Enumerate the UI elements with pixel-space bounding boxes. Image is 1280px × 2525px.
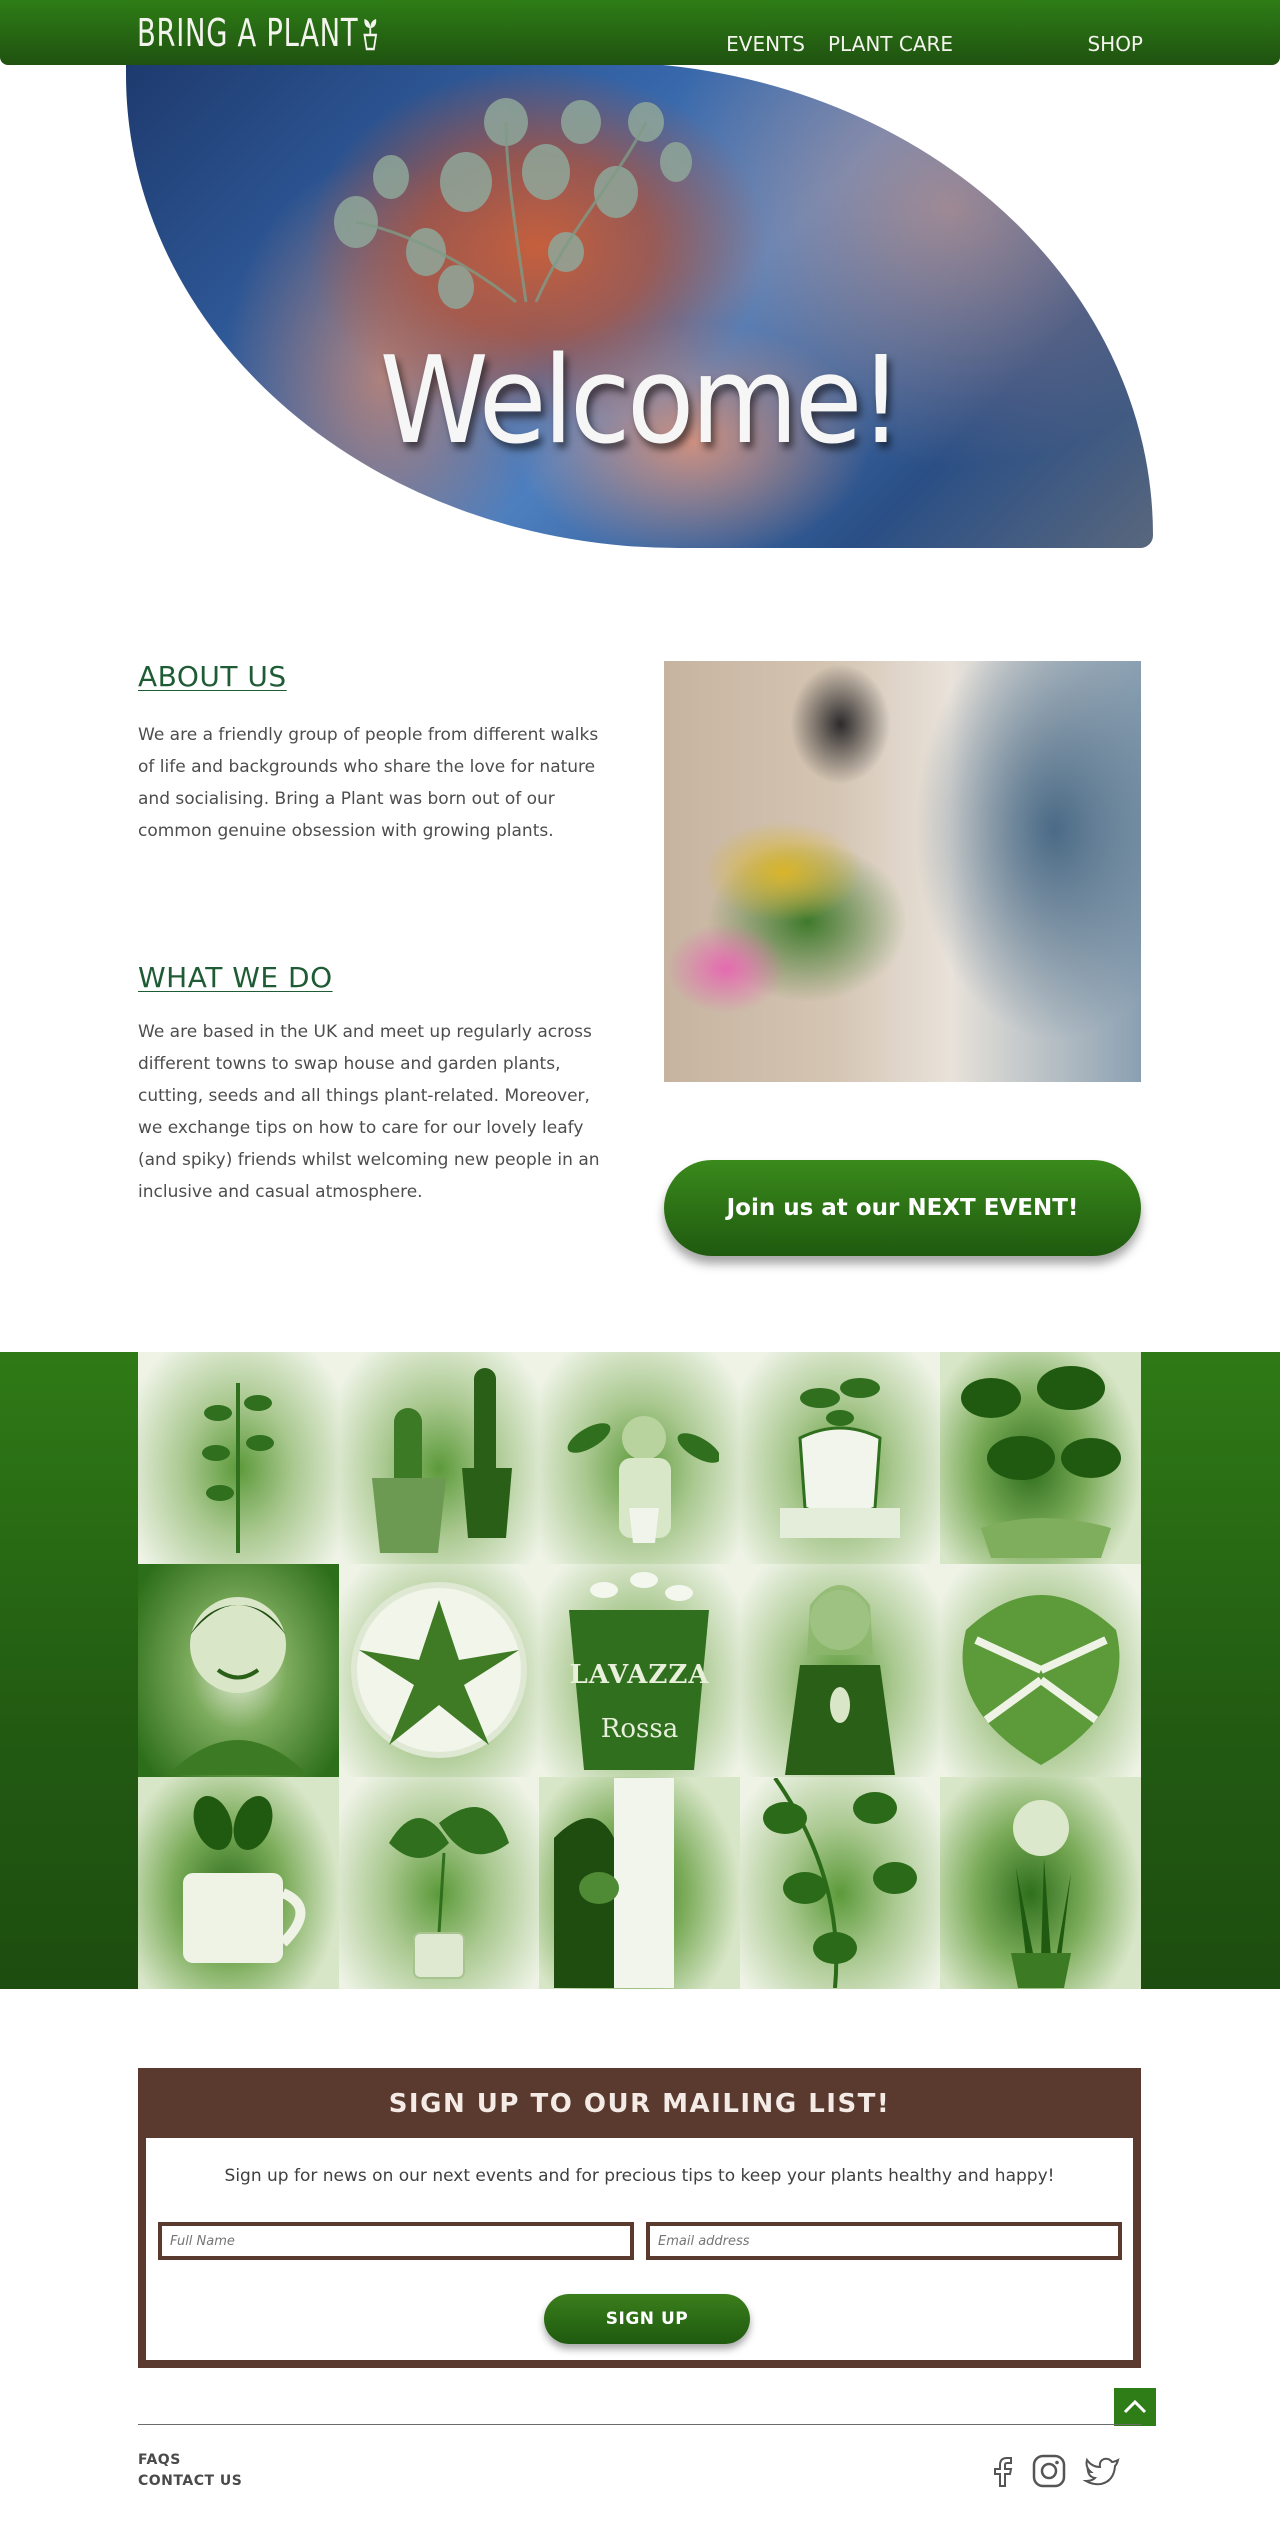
gallery-photo-lavazza-pot: LAVAZZA Rossa: [539, 1564, 740, 1777]
monstera-leaf-icon: [962, 1595, 1120, 1766]
gallery-photo-stormtrooper-pot: [739, 1352, 941, 1565]
gallery-photo-mug-plant: [138, 1776, 339, 1989]
gallery-photo-monstera: [940, 1564, 1141, 1777]
hands-plant-icon: [554, 1777, 675, 1988]
lavazza-label-text: LAVAZZA: [569, 1660, 710, 1691]
rossa-label-text: Rossa: [600, 1714, 679, 1745]
leaves-icon: [960, 1366, 1121, 1559]
gallery-photo-snake-plant: [940, 1776, 1141, 1989]
back-to-top-button[interactable]: [1114, 2388, 1156, 2426]
full-name-input[interactable]: [158, 2222, 634, 2260]
leaf-in-vase-icon: [388, 1806, 509, 1979]
gardening-group-photo: [664, 661, 1141, 1082]
nav-link-events[interactable]: EVENTS: [726, 0, 805, 88]
hero-title: Welcome!: [379, 332, 903, 471]
site-logo[interactable]: BRING A PLANT: [137, 8, 380, 58]
logo-text: BRING A PLANT: [137, 11, 359, 55]
mailing-list-form: SIGN UP TO OUR MAILING LIST! Sign up for…: [138, 2068, 1141, 2368]
plant-pot-icon: [780, 1378, 901, 1539]
sign-up-button[interactable]: SIGN UP: [544, 2294, 750, 2344]
person-portrait-icon: [168, 1597, 309, 1776]
main-menu: EVENTS PLANT CARE SHOP: [543, 0, 1143, 88]
chevron-up-icon: [1123, 2399, 1147, 2414]
child-with-plant-icon: [568, 1416, 720, 1544]
hero-banner: Welcome!: [126, 62, 1153, 548]
facebook-icon[interactable]: [985, 2452, 1023, 2490]
pothos-icon: [763, 1777, 918, 1988]
mailing-list-body: Sign up for news on our next events and …: [146, 2138, 1133, 2360]
gallery-photo-hand-plant: [138, 1352, 339, 1565]
gallery-photo-child-plant: [539, 1352, 740, 1565]
gallery-photo-vase-leaf: [338, 1776, 540, 1989]
plant-stem-icon: [202, 1383, 275, 1554]
mailing-list-title: SIGN UP TO OUR MAILING LIST!: [388, 2089, 891, 2119]
cactus-icon: [371, 1368, 512, 1554]
what-we-do-text: We are based in the UK and meet up regul…: [138, 1022, 600, 1202]
nav-link-plant-care[interactable]: PLANT CARE: [828, 0, 978, 88]
nav-link-shop[interactable]: SHOP: [1087, 0, 1143, 88]
gallery-photo-pothos: [739, 1776, 941, 1989]
about-heading: ABOUT US: [138, 660, 287, 693]
person-with-plant-icon: [785, 1585, 896, 1776]
join-next-event-button[interactable]: Join us at our NEXT EVENT!: [664, 1160, 1141, 1256]
footer-divider: [138, 2424, 1141, 2425]
gallery-photo-woman-plant: [739, 1564, 941, 1777]
hero-plant-image: [334, 98, 692, 309]
gallery-photo-person-hands: [539, 1776, 740, 1989]
plant-photo-gallery: LAVAZZA Rossa: [138, 1352, 1141, 1989]
mug-plant-icon: [183, 1795, 306, 1963]
instagram-icon[interactable]: [1030, 2452, 1068, 2490]
gallery-photo-smiling-man: [138, 1564, 339, 1777]
gallery-photo-succulent: [338, 1564, 540, 1777]
footer-link-faqs[interactable]: FAQS: [138, 2452, 181, 2468]
twitter-icon[interactable]: [1082, 2452, 1121, 2490]
gallery-photo-leafy-plant: [940, 1352, 1141, 1565]
sprout-pot-icon: [363, 19, 378, 51]
email-input[interactable]: [646, 2222, 1122, 2260]
about-text: We are a friendly group of people from d…: [138, 725, 599, 841]
footer-link-contact-us[interactable]: CONTACT US: [138, 2473, 242, 2489]
gallery-photo-cacti: [338, 1352, 540, 1565]
top-navbar: BRING A PLANT EVENTS PLANT CARE SHOP: [0, 0, 1280, 65]
succulent-star-icon: [350, 1582, 527, 1759]
mailing-list-description: Sign up for news on our next events and …: [224, 2166, 1055, 2186]
what-we-do-heading: WHAT WE DO: [138, 961, 333, 994]
snake-plant-icon: [1010, 1799, 1071, 1988]
